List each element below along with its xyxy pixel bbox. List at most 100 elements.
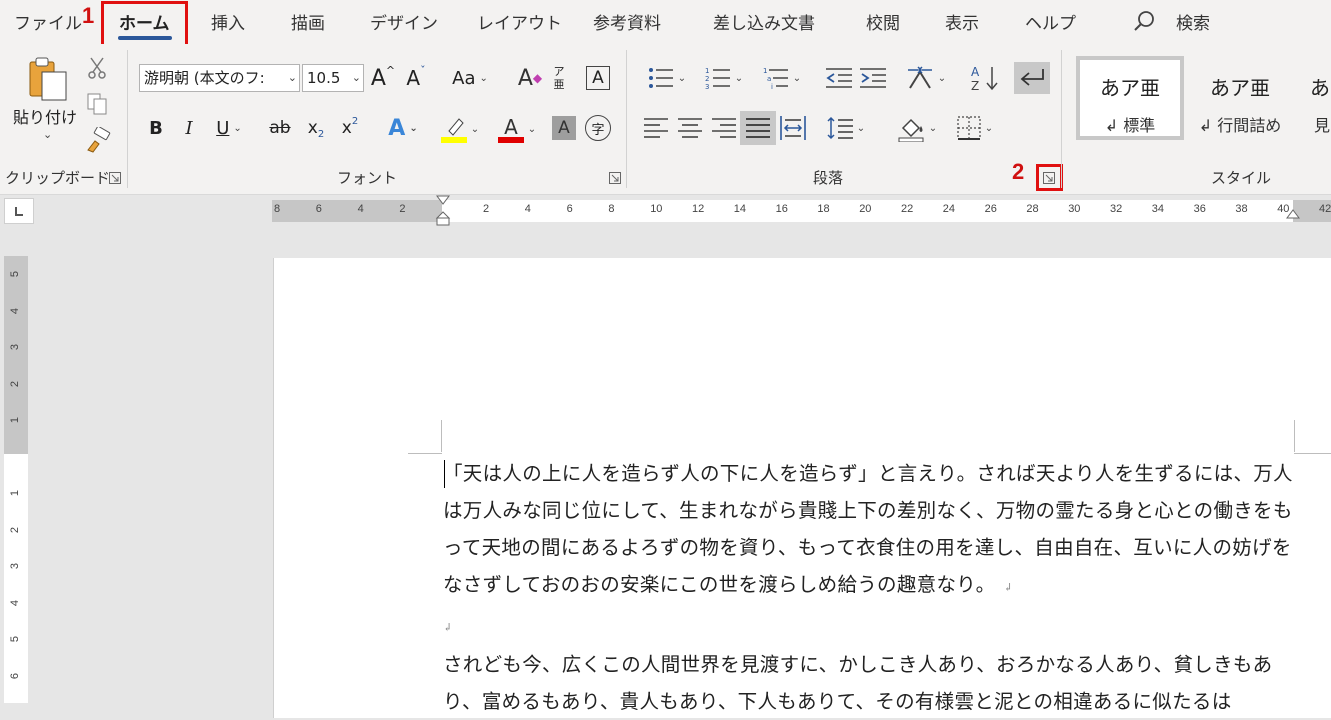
search-icon[interactable]: [1133, 9, 1157, 33]
vertical-ruler[interactable]: 5 4 3 2 1 1 2 3 4 5 6: [4, 256, 28, 703]
bullets-button[interactable]: ⌄: [641, 64, 693, 92]
tab-layout[interactable]: レイアウト: [477, 9, 562, 34]
document-body[interactable]: 「天は人の上に人を造らず人の下に人を造らず」と言えり。されば天より人を生ずるには…: [443, 455, 1303, 720]
align-right-icon[interactable]: [712, 117, 736, 139]
paste-label[interactable]: 貼り付け: [13, 104, 77, 128]
decrease-indent-icon[interactable]: [826, 67, 852, 89]
sort-icon[interactable]: A Z: [970, 64, 1000, 92]
highlight-color-button[interactable]: ⌄: [436, 114, 484, 144]
tab-selector[interactable]: [4, 198, 34, 224]
shrink-font-icon[interactable]: Aˇ: [402, 64, 430, 92]
paste-icon[interactable]: [24, 56, 72, 102]
ruler-tick-label: 18: [817, 203, 830, 215]
line-spacing-button[interactable]: ⌄: [822, 114, 870, 142]
font-color-button[interactable]: A ⌄: [493, 114, 541, 144]
tab-design[interactable]: デザイン: [370, 9, 438, 34]
justify-icon: [746, 118, 770, 138]
paragraph-3[interactable]: されども今、広くこの人間世界を見渡すに、かしこき人あり、おろかなる人あり、貧しき…: [443, 646, 1303, 720]
tab-help[interactable]: ヘルプ: [1025, 9, 1076, 34]
show-formatting-marks-button[interactable]: [1014, 62, 1050, 94]
indent-marker-icon[interactable]: [435, 194, 451, 228]
paragraph-2[interactable]: ↲: [443, 606, 1303, 646]
distributed-icon[interactable]: [780, 116, 806, 140]
phonetic-guide-icon[interactable]: ア亜: [552, 62, 566, 94]
font-size-combo[interactable]: 10.5 ⌄: [302, 64, 364, 92]
shading-button[interactable]: ⌄: [892, 113, 942, 143]
borders-button[interactable]: ⌄: [950, 114, 1000, 142]
ruler-tick-label: 4: [524, 203, 531, 215]
left-tab-icon: [15, 207, 23, 216]
bold-icon[interactable]: B: [145, 116, 167, 140]
ruler-tick-label: 10: [650, 203, 663, 215]
font-name-combo[interactable]: 游明朝 (本文のフ: ⌄: [139, 64, 300, 92]
paragraph-3-text: されども今、広くこの人間世界を見渡すに、かしこき人あり、おろかなる人あり、貧しき…: [443, 653, 1273, 713]
paragraph-1[interactable]: 「天は人の上に人を造らず人の下に人を造らず」と言えり。されば天より人を生ずるには…: [443, 455, 1303, 606]
strikethrough-icon[interactable]: ab: [265, 116, 295, 140]
ruler-tick-label: 4: [9, 599, 22, 606]
ruler-tick-label: 8: [274, 203, 281, 215]
search-label[interactable]: 検索: [1176, 9, 1210, 34]
align-center-icon[interactable]: [678, 117, 702, 139]
character-shading-icon[interactable]: A: [552, 116, 576, 140]
grow-font-icon[interactable]: A ^: [369, 64, 397, 92]
tab-view[interactable]: 表示: [945, 9, 979, 34]
ruler-tick-label: 26: [984, 203, 997, 215]
numbering-button[interactable]: 1 2 3 ⌄: [698, 64, 750, 92]
paragraph-1-text: 「天は人の上に人を造らず人の下に人を造らず」と言えり。されば天より人を生ずるには…: [443, 462, 1293, 596]
font-size-dropdown-icon[interactable]: ⌄: [352, 65, 361, 91]
underline-button[interactable]: U ⌄: [210, 116, 248, 140]
style-heading[interactable]: あ 見: [1296, 56, 1331, 140]
cut-icon[interactable]: [86, 56, 108, 80]
style-heading-sample: あ: [1310, 76, 1330, 100]
svg-text:1: 1: [705, 67, 709, 75]
style-normal-name: ↲ 標準: [1104, 116, 1156, 135]
style-no-spacing[interactable]: あア亜 ↲ 行間詰め: [1186, 56, 1294, 140]
font-name-dropdown-icon[interactable]: ⌄: [288, 65, 297, 91]
line-spacing-icon: [827, 116, 853, 140]
increase-indent-icon[interactable]: [860, 67, 886, 89]
italic-icon[interactable]: I: [178, 116, 200, 140]
style-normal-sample: あア亜: [1100, 76, 1160, 100]
paragraph-mark-icon: ↲: [443, 621, 453, 634]
menu-bar: ファイル ホーム 挿入 描画 デザイン レイアウト 参考資料 差し込み文書 校閲…: [0, 0, 1331, 44]
justify-button[interactable]: [740, 111, 776, 145]
tab-references[interactable]: 参考資料: [593, 9, 661, 34]
ruler-tick-label: 32: [1110, 203, 1123, 215]
tab-mailings[interactable]: 差し込み文書: [713, 9, 815, 34]
asian-layout-button[interactable]: ⌄: [902, 64, 950, 92]
style-no-spacing-sample: あア亜: [1210, 76, 1270, 100]
align-left-icon[interactable]: [644, 117, 668, 139]
subscript-icon[interactable]: x2: [303, 116, 329, 140]
ruler-tick-label: 42: [1319, 203, 1331, 215]
tab-insert[interactable]: 挿入: [211, 9, 245, 34]
paste-dropdown-icon[interactable]: ⌄: [43, 128, 52, 141]
text-effects-icon: A: [388, 115, 406, 141]
change-case-button[interactable]: Aa ⌄: [448, 64, 492, 92]
text-effects-button[interactable]: A ⌄: [380, 114, 426, 142]
clipboard-launcher-icon[interactable]: [109, 172, 121, 184]
character-border-icon[interactable]: A: [586, 66, 610, 90]
tab-review[interactable]: 校閲: [866, 9, 900, 34]
style-normal[interactable]: あア亜 ↲ 標準: [1076, 56, 1184, 140]
tab-file[interactable]: ファイル: [14, 9, 82, 34]
ruler-tick-label: 4: [9, 307, 22, 314]
ruler-tick-label: 36: [1193, 203, 1206, 215]
copy-icon[interactable]: [85, 92, 109, 116]
ruler-tick-label: 34: [1151, 203, 1165, 215]
tab-draw[interactable]: 描画: [291, 9, 325, 34]
ruler-tick-label: 2: [9, 380, 22, 387]
enclose-characters-icon[interactable]: 字: [585, 115, 611, 141]
ruler-tick-label: 2: [399, 203, 406, 215]
clear-formatting-icon[interactable]: A ◆: [516, 64, 544, 92]
crop-mark: [1294, 453, 1331, 454]
ruler-tick-label: 12: [692, 203, 705, 215]
superscript-icon[interactable]: x2: [337, 116, 363, 140]
horizontal-ruler[interactable]: 8 6 4 2 2 4 6 8 10 12 14 16 18 20 22 24 26 28 30 32 34 36 38 40…: [272, 195, 1331, 226]
format-painter-icon[interactable]: [85, 127, 111, 153]
paragraph-group-label: 段落: [813, 169, 844, 187]
ruler-tick-label: 22: [901, 203, 914, 215]
style-no-spacing-name: ↲ 行間詰め: [1198, 116, 1282, 135]
multilevel-list-button[interactable]: 1 a i ⌄: [756, 64, 808, 92]
font-launcher-icon[interactable]: [609, 172, 621, 184]
svg-text:i: i: [771, 83, 773, 89]
